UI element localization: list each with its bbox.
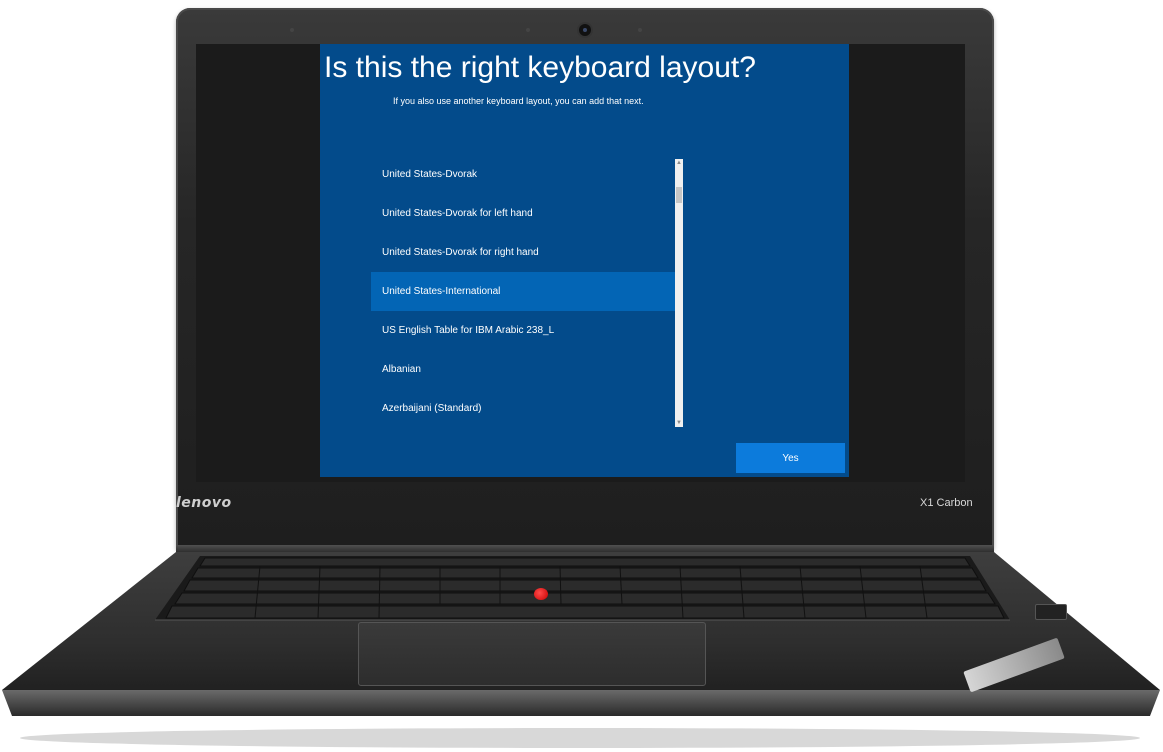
touchpad[interactable] <box>358 622 706 686</box>
trackpoint[interactable] <box>534 588 548 600</box>
fingerprint-reader-icon <box>1035 604 1067 620</box>
